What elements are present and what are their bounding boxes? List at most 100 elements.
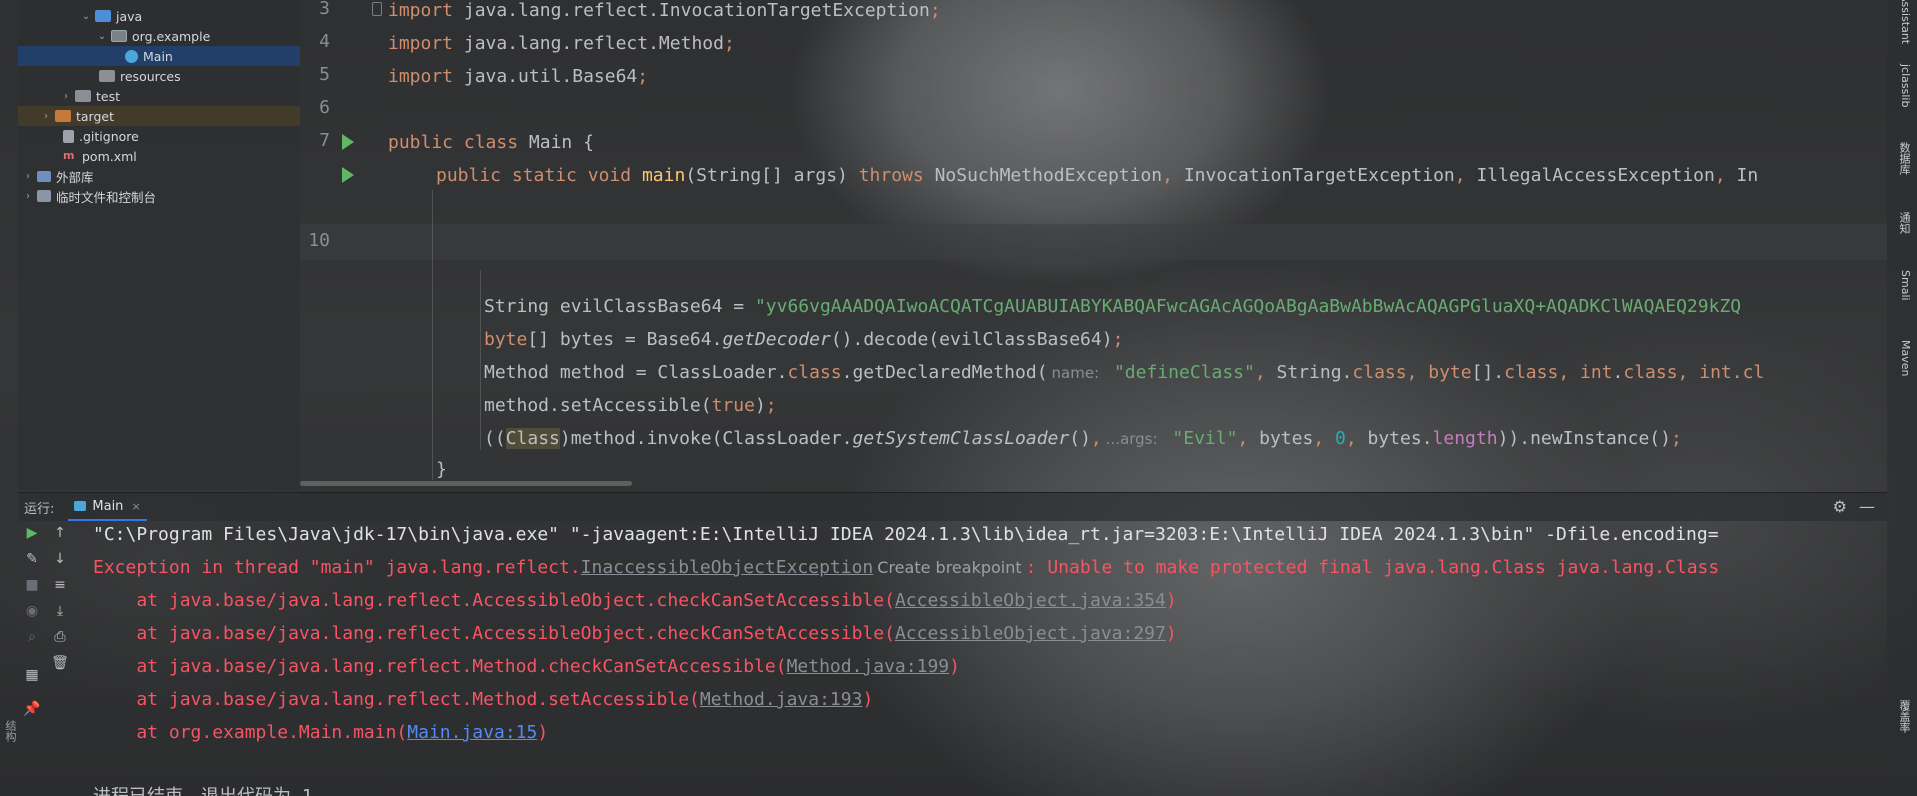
code-line-4: import java.lang.reflect.Method; — [388, 33, 735, 54]
tree-item-resources[interactable]: resources — [18, 66, 300, 86]
chevron-right-icon[interactable]: › — [22, 191, 34, 202]
folder-icon — [99, 70, 115, 82]
tool-assistant[interactable]: Assistant — [1899, 0, 1912, 44]
layout-icon[interactable]: ▦ — [22, 666, 42, 684]
tree-item-label: pom.xml — [82, 148, 137, 164]
scroll-down-icon[interactable]: ↓ — [50, 550, 70, 568]
settings-gear-icon[interactable]: ⚙ — [1833, 497, 1847, 516]
stack-trace-line: at java.base/java.lang.reflect.Method.ch… — [93, 656, 960, 677]
folder-icon — [75, 90, 91, 102]
search-icon[interactable]: ⌕ — [22, 628, 42, 646]
stack-trace-link[interactable]: AccessibleObject.java:297 — [895, 623, 1166, 644]
editor-horizontal-scrollbar[interactable] — [300, 481, 632, 486]
current-line-highlight — [300, 224, 1887, 260]
exception-class-link[interactable]: InaccessibleObjectException — [581, 557, 874, 578]
line-number: 3 — [319, 0, 330, 19]
stack-trace-link[interactable]: Method.java:199 — [787, 656, 950, 677]
code-line-13: byte[] bytes = Base64.getDecoder().decod… — [484, 329, 1124, 350]
create-breakpoint-hint[interactable]: Create breakpoint — [873, 558, 1025, 577]
soft-wrap-icon[interactable]: ≡ — [50, 576, 70, 594]
param-hint-name: name: — [1051, 364, 1100, 382]
line-number: 10 — [308, 230, 330, 251]
file-icon — [63, 129, 74, 143]
chevron-down-icon[interactable]: ⌄ — [96, 31, 108, 42]
chevron-right-icon[interactable]: › — [40, 111, 52, 122]
line-number: 4 — [319, 31, 330, 52]
code-line-8: public static void main(String[] args) t… — [436, 165, 1759, 186]
code-line-17: } — [436, 459, 447, 480]
line-number: 7 — [319, 130, 330, 151]
project-tree: ⌄ java ⌄ org.example Main resources › te… — [18, 0, 300, 490]
tool-coverage[interactable]: 覆盖率 — [1896, 700, 1912, 733]
print-icon[interactable]: ⎙ — [50, 628, 70, 646]
tree-item-test[interactable]: › test — [18, 86, 300, 106]
tool-smali[interactable]: Smali — [1899, 270, 1912, 301]
stack-trace-line: at org.example.Main.main(Main.java:15) — [93, 722, 549, 743]
tree-item-label: resources — [120, 68, 181, 84]
scroll-up-icon[interactable]: ↑ — [50, 524, 70, 542]
stack-trace-line: at java.base/java.lang.reflect.Accessibl… — [93, 623, 1177, 644]
code-line-14: Method method = ClassLoader.class.getDec… — [484, 362, 1765, 383]
tree-item-label: Main — [143, 48, 173, 64]
code-line-3: import java.lang.reflect.InvocationTarge… — [388, 0, 941, 21]
console-command-line: "C:\Program Files\Java\jdk-17\bin\java.e… — [93, 524, 1719, 545]
stack-trace-link[interactable]: AccessibleObject.java:354 — [895, 590, 1166, 611]
minimize-icon[interactable]: — — [1859, 497, 1875, 516]
stop-icon[interactable]: ■ — [22, 576, 42, 594]
code-editor[interactable]: 3 4 5 6 7 10 import java.lang.reflect.In… — [300, 0, 1887, 490]
trash-icon[interactable]: 🗑 — [50, 654, 70, 672]
param-hint-args: ...args: — [1105, 430, 1158, 448]
run-tab-label: Main — [92, 498, 124, 514]
indent-guide — [432, 190, 433, 480]
tree-item-org-example[interactable]: ⌄ org.example — [18, 26, 300, 46]
run-class-icon[interactable] — [342, 134, 354, 150]
tree-item-java[interactable]: ⌄ java — [18, 6, 300, 26]
tool-database[interactable]: 数据库 — [1896, 142, 1912, 175]
console-exception-line: Exception in thread "main" java.lang.ref… — [93, 557, 1720, 578]
stack-trace-link[interactable]: Method.java:193 — [700, 689, 863, 710]
tree-item-label: target — [76, 108, 115, 124]
tree-item-pom[interactable]: m pom.xml — [18, 146, 300, 166]
folder-icon — [95, 10, 111, 22]
wrench-icon[interactable]: ✎ — [22, 550, 42, 568]
run-panel-label: 运行: — [24, 501, 55, 517]
chevron-right-icon[interactable]: › — [60, 91, 72, 102]
tree-item-main[interactable]: Main — [18, 46, 300, 66]
scratch-icon — [37, 190, 51, 202]
folder-icon — [55, 110, 71, 122]
tree-item-label: org.example — [132, 28, 211, 44]
tool-jclasslib[interactable]: jclasslib — [1899, 64, 1912, 107]
scroll-to-end-icon[interactable]: ⤓ — [50, 602, 70, 620]
pin-icon[interactable]: 📌 — [22, 700, 42, 718]
indent-guide — [480, 270, 481, 450]
process-exit-line: 进程已结束，退出代码为 1 — [93, 782, 313, 796]
tree-item-label: .gitignore — [79, 128, 139, 144]
tree-item-gitignore[interactable]: .gitignore — [18, 126, 300, 146]
tree-item-scratches[interactable]: › 临时文件和控制台 — [18, 186, 300, 206]
stack-trace-line: at java.base/java.lang.reflect.Method.se… — [93, 689, 874, 710]
run-console[interactable]: "C:\Program Files\Java\jdk-17\bin\java.e… — [76, 520, 1887, 796]
close-tab-icon[interactable]: × — [131, 500, 140, 513]
tool-maven[interactable]: Maven — [1899, 340, 1912, 376]
tree-item-target[interactable]: › target — [18, 106, 300, 126]
tree-item-external-libraries[interactable]: › 外部库 — [18, 166, 300, 186]
code-line-7: public class Main { — [388, 132, 594, 153]
chevron-right-icon[interactable]: › — [22, 171, 34, 182]
chevron-down-icon[interactable]: ⌄ — [80, 11, 92, 22]
java-class-icon — [125, 49, 138, 63]
camera-icon[interactable]: ◉ — [22, 602, 42, 620]
structure-tool-label[interactable]: 结构 — [2, 720, 18, 742]
run-config-icon — [74, 501, 87, 511]
rerun-icon[interactable]: ▶ — [22, 524, 42, 542]
code-line-5: import java.util.Base64; — [388, 66, 649, 87]
line-number: 6 — [319, 97, 330, 118]
tool-notifications[interactable]: 通知 — [1896, 212, 1912, 234]
fold-icon[interactable] — [372, 2, 382, 16]
code-line-16: ((Class)method.invoke(ClassLoader.getSys… — [484, 428, 1682, 449]
run-main-icon[interactable] — [342, 167, 354, 183]
tree-item-label: test — [96, 88, 121, 104]
tree-item-label: java — [116, 8, 143, 24]
run-tab-main[interactable]: Main × — [68, 493, 147, 521]
run-panel-header: 运行: Main × ⚙ — — [18, 492, 1887, 521]
stack-trace-link-main[interactable]: Main.java:15 — [407, 722, 537, 743]
